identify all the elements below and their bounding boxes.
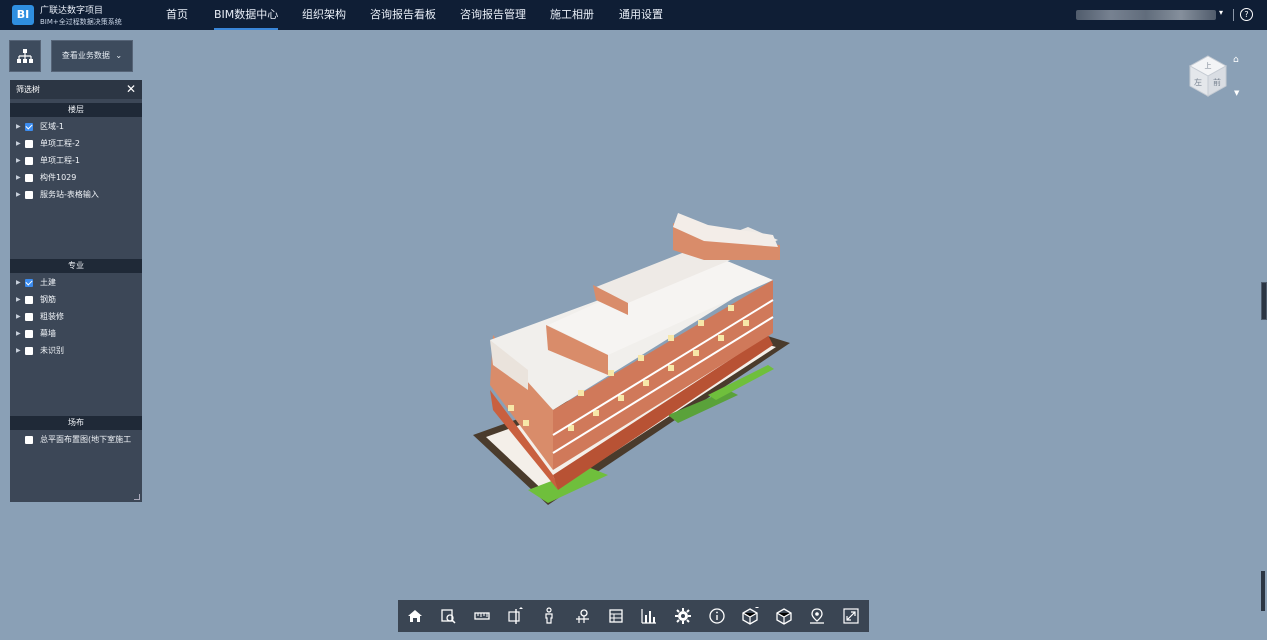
viewcube-top-label: 上 [1205, 61, 1212, 70]
tree-item-label: 总平面布置图(地下室施工 [40, 435, 132, 444]
checkbox[interactable] [25, 191, 33, 199]
viewer-toolbar [398, 600, 869, 632]
nav-general-settings[interactable]: 通用设置 [619, 0, 663, 30]
info-icon[interactable] [703, 600, 731, 632]
settings-icon[interactable] [669, 600, 697, 632]
tree-item-label: 未识别 [40, 346, 64, 355]
tree-item-label: 粗装修 [40, 312, 64, 321]
view-business-data-label: 查看业务数据 [61, 51, 110, 60]
checkbox[interactable] [25, 174, 33, 182]
expand-arrow-icon[interactable]: ▶ [16, 171, 21, 185]
measure-icon[interactable] [468, 600, 496, 632]
tree-item[interactable]: ▶ 服务站-表格输入 [10, 188, 142, 202]
filter-tree-header: 筛选树 ✕ [10, 80, 142, 99]
resize-handle[interactable] [134, 494, 140, 500]
tree-item-label: 钢筋 [40, 295, 56, 304]
checkbox[interactable] [25, 157, 33, 165]
model-tree-icon[interactable] [736, 600, 764, 632]
table-icon[interactable] [602, 600, 630, 632]
nav-report-board[interactable]: 咨询报告看板 [370, 0, 436, 30]
tree-item[interactable]: ▶ 构件1029 [10, 171, 142, 185]
home-icon[interactable] [401, 600, 429, 632]
tree-item[interactable]: ▶ 未识别 [10, 344, 142, 358]
zoom-area-icon[interactable] [434, 600, 462, 632]
view-cube[interactable]: 上 左 前 [1186, 54, 1230, 98]
section-floor-title: 楼层 [10, 103, 142, 117]
tree-item[interactable]: ▶ 单项工程-2 [10, 137, 142, 151]
chart-icon[interactable] [635, 600, 663, 632]
help-icon[interactable]: ? [1240, 8, 1253, 21]
nav-construction-album[interactable]: 施工相册 [550, 0, 594, 30]
tree-item-label: 区域-1 [40, 122, 64, 131]
nav-report-management[interactable]: 咨询报告管理 [460, 0, 526, 30]
section-discipline-title: 专业 [10, 259, 142, 273]
checkbox[interactable] [25, 330, 33, 338]
nav-organization[interactable]: 组织架构 [302, 0, 346, 30]
checkbox[interactable] [25, 296, 33, 304]
tree-item[interactable]: ▶ 土建 [10, 276, 142, 290]
tree-item-label: 构件1029 [40, 173, 77, 182]
expand-arrow-icon[interactable]: ▶ [16, 293, 21, 307]
tree-item-label: 幕墙 [40, 329, 56, 338]
home-icon[interactable]: ⌂ [1233, 55, 1239, 65]
nav-bim-data-center[interactable]: BIM数据中心 [214, 0, 279, 30]
tree-item[interactable]: ▶ 幕墙 [10, 327, 142, 341]
walk-person-icon[interactable] [535, 600, 563, 632]
checkbox[interactable] [25, 436, 33, 444]
divider [1233, 9, 1234, 21]
view-business-data-button[interactable]: 查看业务数据 ⌄ [51, 40, 133, 72]
checkbox[interactable] [25, 279, 33, 287]
chevron-down-icon[interactable]: ▾ [1219, 8, 1223, 17]
org-structure-button[interactable] [9, 40, 41, 72]
side-slider-lower[interactable] [1261, 571, 1265, 611]
axis-pin-icon[interactable] [568, 600, 596, 632]
brand-title: 广联达数字项目 [40, 6, 104, 16]
checkbox[interactable] [25, 140, 33, 148]
side-slider[interactable] [1261, 282, 1267, 320]
filter-tree-title: 筛选树 [16, 85, 40, 94]
app-logo[interactable]: BI [12, 5, 34, 25]
tree-item[interactable]: ▶ 钢筋 [10, 293, 142, 307]
expand-arrow-icon[interactable]: ▶ [16, 188, 21, 202]
bim-3d-model[interactable] [468, 205, 798, 515]
location-icon[interactable] [803, 600, 831, 632]
section-icon[interactable] [501, 600, 529, 632]
tree-item-label: 单项工程-1 [40, 156, 80, 165]
tree-item[interactable]: ▶ 区域-1 [10, 120, 142, 134]
tree-item[interactable]: ▶ 单项工程-1 [10, 154, 142, 168]
section-site-layout-title: 场布 [10, 416, 142, 430]
top-bar: BI 广联达数字项目 BIM+全过程数据决策系统 首页 BIM数据中心 组织架构… [0, 0, 1267, 30]
viewcube-left-label: 左 [1194, 77, 1202, 87]
checkbox[interactable] [25, 347, 33, 355]
checkbox[interactable] [25, 313, 33, 321]
tree-item[interactable]: ▶ 粗装修 [10, 310, 142, 324]
close-icon[interactable]: ✕ [126, 80, 136, 99]
expand-arrow-icon[interactable]: ▶ [16, 327, 21, 341]
expand-arrow-icon[interactable]: ▶ [16, 154, 21, 168]
viewcube-front-label: 前 [1213, 77, 1221, 87]
tree-item-label: 服务站-表格输入 [40, 190, 99, 199]
chevron-down-icon[interactable]: ▼ [1234, 89, 1239, 97]
tree-item-label: 土建 [40, 278, 56, 287]
cube-icon[interactable] [770, 600, 798, 632]
user-name-blurred[interactable] [1076, 10, 1216, 20]
hierarchy-icon [17, 49, 33, 63]
filter-tree-panel: 筛选树 ✕ 楼层 ▶ 区域-1 ▶ 单项工程-2 ▶ 单项工程-1 ▶ 构件1029 ▶… [10, 80, 142, 502]
expand-arrow-icon[interactable]: ▶ [16, 310, 21, 324]
checkbox[interactable] [25, 123, 33, 131]
brand-subtitle: BIM+全过程数据决策系统 [40, 18, 122, 26]
expand-arrow-icon[interactable]: ▶ [16, 276, 21, 290]
expand-arrow-icon[interactable]: ▶ [16, 120, 21, 134]
fullscreen-icon[interactable] [837, 600, 865, 632]
nav-home[interactable]: 首页 [166, 0, 188, 30]
expand-arrow-icon[interactable]: ▶ [16, 344, 21, 358]
tree-item-label: 单项工程-2 [40, 139, 80, 148]
tree-item[interactable]: 总平面布置图(地下室施工 [10, 433, 142, 447]
chevron-down-icon: ⌄ [115, 51, 123, 60]
expand-arrow-icon[interactable]: ▶ [16, 137, 21, 151]
